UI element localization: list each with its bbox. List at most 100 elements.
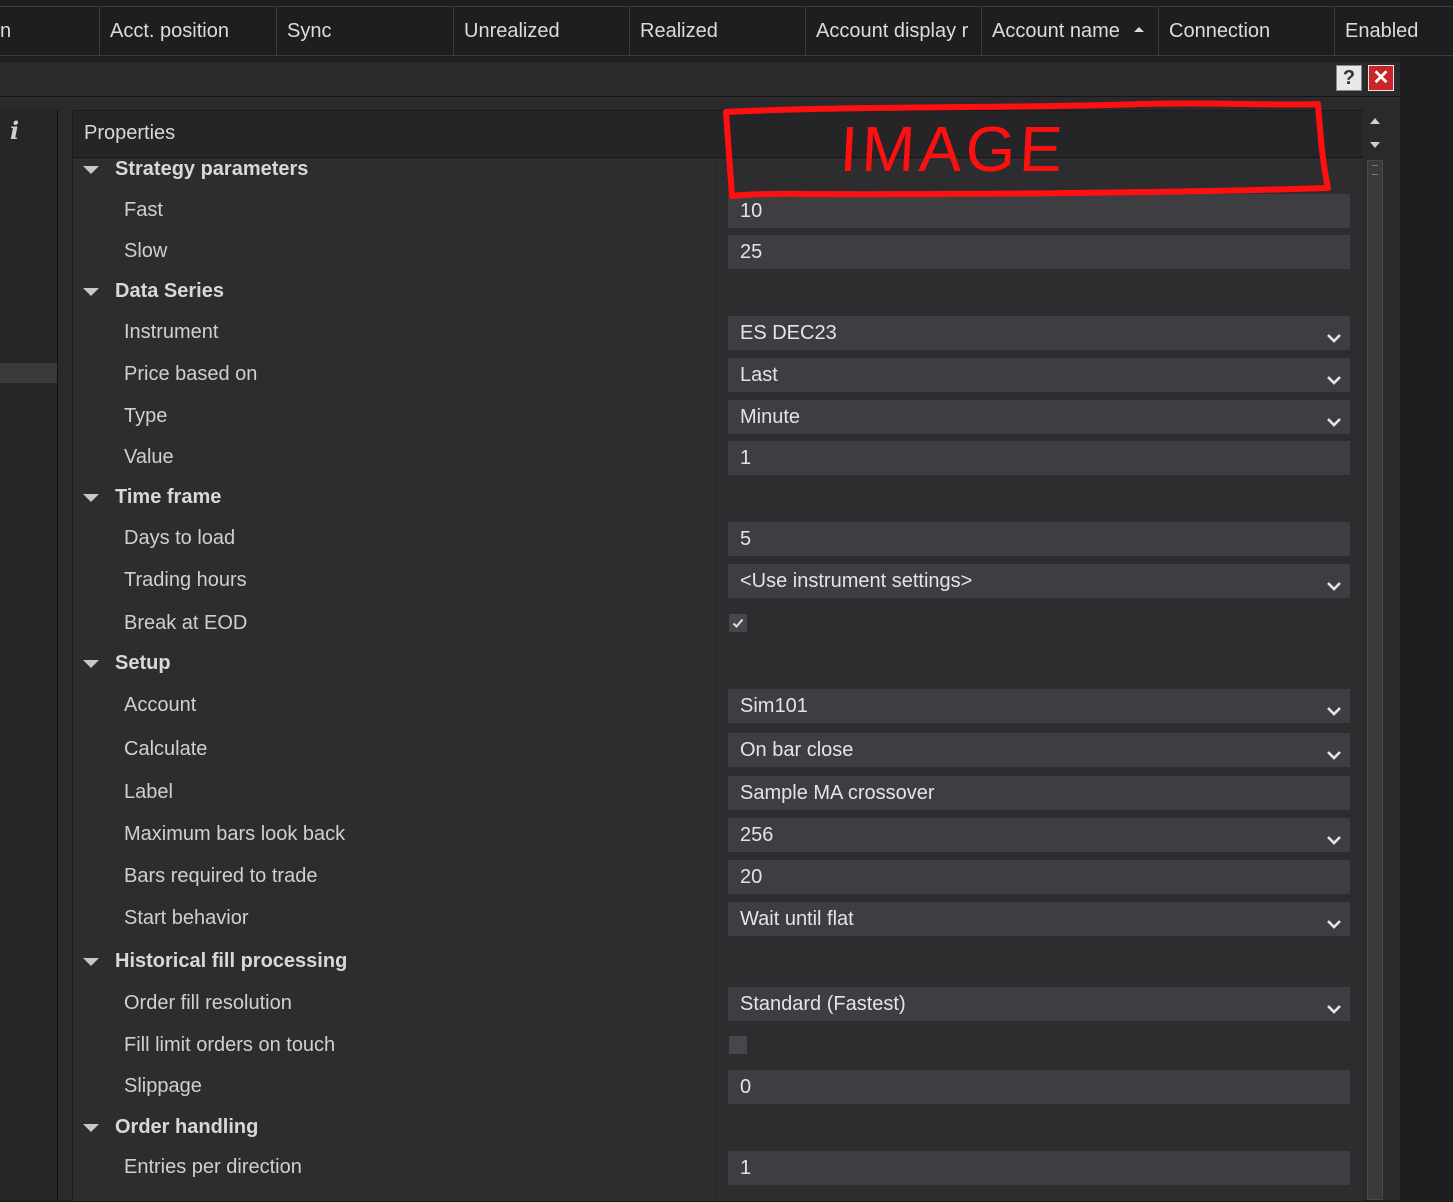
collapse-triangle-icon[interactable] (83, 288, 99, 296)
chevron-down-icon[interactable] (1326, 909, 1342, 929)
property-row-start-behavior: Start behavior Wait until flat (73, 898, 1363, 940)
calculate-dropdown[interactable]: On bar close (728, 733, 1350, 767)
collapse-triangle-icon[interactable] (83, 1124, 99, 1132)
property-label: Label (124, 781, 173, 803)
category-time-frame[interactable]: Time frame (73, 477, 1363, 519)
field-value: 1 (740, 1157, 752, 1179)
checkmark-icon (732, 618, 744, 628)
chevron-down-icon[interactable] (1326, 825, 1342, 845)
label-input[interactable]: Sample MA crossover (728, 776, 1350, 810)
days-to-load-input[interactable]: 5 (728, 522, 1350, 556)
category-order-handling[interactable]: Order handling (73, 1107, 1363, 1149)
annotation-text: IMAGE (838, 113, 1069, 185)
column-header-account-name[interactable]: Account name (981, 7, 1158, 55)
category-label: Historical fill processing (115, 950, 348, 972)
property-rows: Strategy parameters Fast 10 Slow 25 Data Seri… (73, 157, 1363, 1201)
category-historical-fill-processing[interactable]: Historical fill processing (73, 941, 1363, 983)
trading-hours-dropdown[interactable]: <Use instrument settings> (728, 564, 1350, 598)
slow-input[interactable]: 25 (728, 235, 1350, 269)
column-header-label: Connection (1169, 20, 1271, 42)
close-button[interactable]: ✕ (1368, 65, 1394, 91)
scrollbar-thumb[interactable] (1367, 160, 1383, 1200)
column-header-label: Realized (640, 20, 718, 42)
header-bottom-border (0, 55, 1453, 56)
selected-strategy-row[interactable] (0, 363, 57, 383)
info-icon[interactable]: i (10, 116, 30, 145)
column-header-connection[interactable]: Connection (1158, 7, 1334, 55)
chevron-down-icon[interactable] (1326, 740, 1342, 760)
property-row-slow: Slow 25 (73, 231, 1363, 273)
category-setup[interactable]: Setup (73, 643, 1363, 685)
price-based-on-dropdown[interactable]: Last (728, 358, 1350, 392)
column-header-realized[interactable]: Realized (629, 7, 805, 55)
collapse-triangle-icon[interactable] (83, 494, 99, 502)
property-row-entries-per-direction: Entries per direction 1 (73, 1147, 1363, 1189)
property-row-slippage: Slippage 0 (73, 1066, 1363, 1108)
field-value: Last (740, 364, 778, 386)
property-grid-title: Properties (84, 122, 176, 144)
bars-required-to-trade-input[interactable]: 20 (728, 860, 1350, 894)
value-input[interactable]: 1 (728, 441, 1350, 475)
field-value: Wait until flat (740, 908, 854, 930)
grid-column-header: n Acct. position Sync Unrealized Realized Acc… (0, 0, 1453, 62)
chevron-down-icon[interactable] (1326, 571, 1342, 591)
chevron-down-icon[interactable] (1326, 994, 1342, 1014)
vertical-scrollbar[interactable] (1363, 110, 1387, 1200)
chevron-down-icon[interactable] (1326, 323, 1342, 343)
column-header-acct-position[interactable]: Acct. position (99, 7, 276, 55)
column-header-unrealized[interactable]: Unrealized (453, 7, 629, 55)
slippage-input[interactable]: 0 (728, 1070, 1350, 1104)
strategy-list-pane: i (0, 110, 58, 1200)
scroll-up-arrow-icon[interactable] (1370, 118, 1380, 124)
collapse-triangle-icon[interactable] (83, 166, 99, 174)
field-value: Sample MA crossover (740, 782, 935, 804)
type-dropdown[interactable]: Minute (728, 400, 1350, 434)
entries-per-direction-input[interactable]: 1 (728, 1151, 1350, 1185)
column-header-n[interactable]: n (0, 7, 99, 55)
column-header-enabled[interactable]: Enabled (1334, 7, 1453, 55)
field-value: 25 (740, 241, 763, 263)
start-behavior-dropdown[interactable]: Wait until flat (728, 902, 1350, 936)
property-row-bars-required-to-trade: Bars required to trade 20 (73, 856, 1363, 898)
chevron-down-icon[interactable] (1326, 365, 1342, 385)
column-header-label: Account name (992, 20, 1120, 42)
category-label: Order handling (115, 1116, 259, 1138)
property-label: Entries per direction (124, 1156, 302, 1178)
column-header-label: Unrealized (464, 20, 560, 42)
chevron-down-icon[interactable] (1326, 696, 1342, 716)
field-value: <Use instrument settings> (740, 570, 973, 592)
column-header-label: Account display r (816, 20, 969, 42)
field-value: 256 (740, 824, 774, 846)
chevron-down-icon[interactable] (1326, 407, 1342, 427)
sort-ascending-icon (1133, 27, 1144, 33)
property-label: Fast (124, 199, 163, 221)
property-label: Value (124, 446, 174, 468)
fill-limit-orders-on-touch-checkbox[interactable] (729, 1036, 747, 1054)
property-label: Bars required to trade (124, 865, 318, 887)
collapse-triangle-icon[interactable] (83, 660, 99, 668)
account-dropdown[interactable]: Sim101 (728, 689, 1350, 723)
property-label: Instrument (124, 321, 219, 343)
scroll-down-arrow-icon[interactable] (1370, 142, 1380, 148)
property-label: Maximum bars look back (124, 823, 346, 845)
property-row-maximum-bars-look-back: Maximum bars look back 256 (73, 814, 1363, 856)
category-data-series[interactable]: Data Series (73, 271, 1363, 313)
maximum-bars-look-back-dropdown[interactable]: 256 (728, 818, 1350, 852)
collapse-triangle-icon[interactable] (83, 958, 99, 966)
help-button[interactable]: ? (1336, 65, 1362, 91)
property-row-type: Type Minute (73, 396, 1363, 438)
order-fill-resolution-dropdown[interactable]: Standard (Fastest) (728, 987, 1350, 1021)
property-label: Trading hours (124, 569, 247, 591)
break-at-eod-checkbox[interactable] (729, 614, 747, 632)
instrument-dropdown[interactable]: ES DEC23 (728, 316, 1350, 350)
property-row-days-to-load: Days to load 5 (73, 518, 1363, 560)
field-value: 10 (740, 200, 763, 222)
column-header-sync[interactable]: Sync (276, 7, 453, 55)
property-row-break-at-eod: Break at EOD (73, 603, 1363, 645)
category-label: Data Series (115, 280, 224, 302)
field-value: 1 (740, 447, 752, 469)
property-row-account: Account Sim101 (73, 685, 1363, 727)
scroll-grip-icon (1372, 165, 1378, 175)
column-header-account-display-r[interactable]: Account display r (805, 7, 981, 55)
dialog-title-bar[interactable]: ? ✕ (0, 62, 1400, 97)
